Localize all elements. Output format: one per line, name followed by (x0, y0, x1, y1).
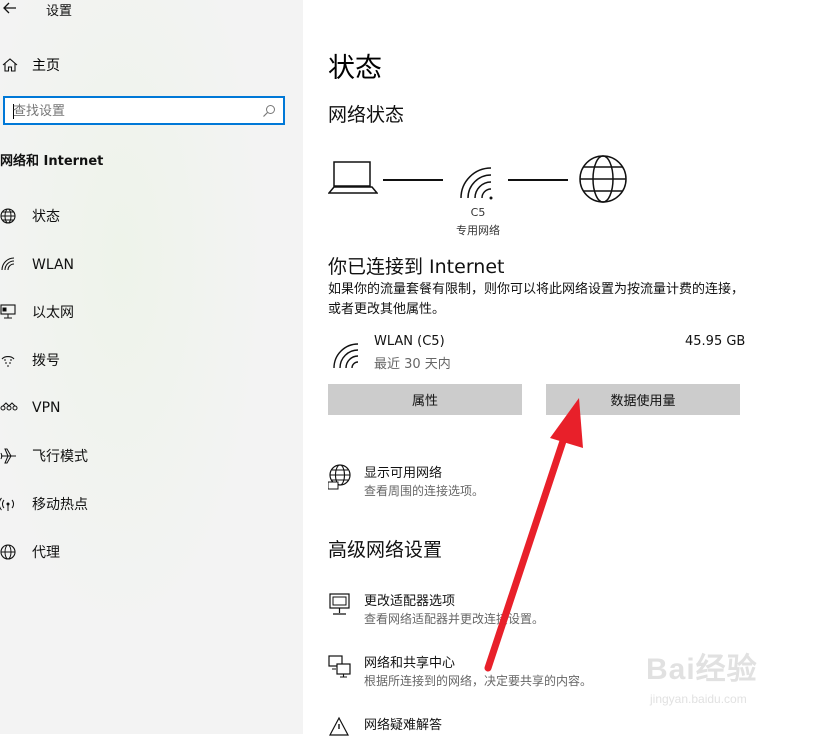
sidebar-item-ethernet[interactable]: 以太网 (0, 300, 290, 324)
search-box[interactable] (3, 96, 285, 125)
sidebar-item-wlan[interactable]: WLAN (0, 253, 290, 277)
sidebar-item-airplane[interactable]: 飞行模式 (0, 444, 290, 468)
sidebar-item-hotspot[interactable]: 移动热点 (0, 492, 290, 516)
back-button[interactable] (2, 0, 22, 18)
data-usage-button[interactable]: 数据使用量 (546, 384, 740, 415)
main-content: 状态 网络状态 C5 专用网络 你已连接到 Internet 如果你的流量套餐有… (304, 0, 839, 736)
advanced-heading: 高级网络设置 (328, 539, 443, 561)
globe-icon (328, 464, 351, 490)
sharing-center-title: 网络和共享中心 (364, 656, 456, 671)
sidebar-item-proxy[interactable]: 代理 (0, 540, 290, 564)
search-icon[interactable] (262, 104, 276, 118)
sidebar-item-home[interactable]: 主页 (0, 54, 290, 76)
show-networks-link[interactable]: 显示可用网络 查看周围的连接选项。 (328, 462, 748, 504)
properties-button[interactable]: 属性 (328, 384, 522, 415)
connected-heading: 你已连接到 Internet (328, 256, 505, 278)
connection-line (383, 179, 443, 181)
page-title: 状态 (328, 53, 382, 84)
sidebar-item-label: 飞行模式 (32, 449, 88, 465)
troubleshoot-title: 网络疑难解答 (364, 718, 443, 733)
connection-line (508, 179, 568, 181)
wifi-icon (1, 257, 15, 271)
sidebar-item-label: 移动热点 (32, 497, 88, 513)
adapter-options-link[interactable]: 更改适配器选项 查看网络适配器并更改连接设置。 (328, 590, 748, 632)
dialup-icon (1, 356, 15, 367)
globe-icon (0, 208, 16, 224)
wifi-icon (460, 167, 493, 200)
sidebar-item-label: WLAN (32, 257, 75, 273)
ethernet-icon (0, 304, 16, 319)
sidebar-item-label: 拨号 (32, 353, 60, 369)
sidebar-item-dialup[interactable]: 拨号 (0, 348, 290, 372)
sharing-center-subtitle: 根据所连接到的网络，决定要共享的内容。 (364, 674, 593, 688)
adapter-options-subtitle: 查看网络适配器并更改连接设置。 (364, 612, 545, 626)
network-type: 专用网络 (456, 224, 500, 237)
adapter-options-title: 更改适配器选项 (364, 594, 456, 609)
network-diagram: C5 专用网络 (328, 150, 638, 240)
section-title: 网络和 Internet (0, 154, 104, 169)
sidebar: 设置 主页 网络和 Internet 状态 WLAN (0, 0, 303, 734)
watermark-logo: Bai经验 (646, 653, 758, 686)
wifi-icon (333, 343, 359, 369)
watermark-url: jingyan.baidu.com (650, 692, 747, 706)
show-networks-title: 显示可用网络 (364, 466, 443, 481)
show-networks-subtitle: 查看周围的连接选项。 (364, 484, 485, 498)
network-status-heading: 网络状态 (328, 104, 405, 126)
connected-description: 如果你的流量套餐有限制，则你可以将此网络设置为按流量计费的连接，或者更改其他属性… (328, 282, 745, 317)
sidebar-item-label: 代理 (32, 545, 60, 561)
back-arrow-icon (3, 2, 16, 14)
sidebar-item-label: 以太网 (32, 305, 74, 321)
watermark: Bai经验 jingyan.baidu.com (640, 640, 810, 720)
sidebar-item-label: 状态 (32, 209, 60, 225)
connection-usage: 45.95 GB (685, 334, 746, 349)
network-name: C5 (470, 206, 486, 219)
internet-globe-icon (579, 155, 627, 203)
sidebar-item-label: VPN (32, 400, 61, 416)
warning-icon (329, 716, 349, 736)
adapter-icon (329, 593, 350, 615)
airplane-icon (0, 448, 16, 464)
connection-period: 最近 30 天内 (374, 357, 451, 372)
proxy-globe-icon (0, 544, 16, 560)
home-label: 主页 (32, 58, 60, 74)
sidebar-item-status[interactable]: 状态 (0, 204, 290, 228)
vpn-icon (0, 402, 18, 411)
sharing-center-icon (328, 655, 351, 678)
window-title: 设置 (46, 4, 73, 19)
connection-name: WLAN (C5) (374, 334, 445, 349)
laptop-icon (328, 161, 378, 194)
search-input[interactable] (13, 102, 253, 120)
home-icon (2, 58, 18, 72)
sidebar-item-vpn[interactable]: VPN (0, 396, 290, 420)
hotspot-icon (0, 497, 14, 511)
